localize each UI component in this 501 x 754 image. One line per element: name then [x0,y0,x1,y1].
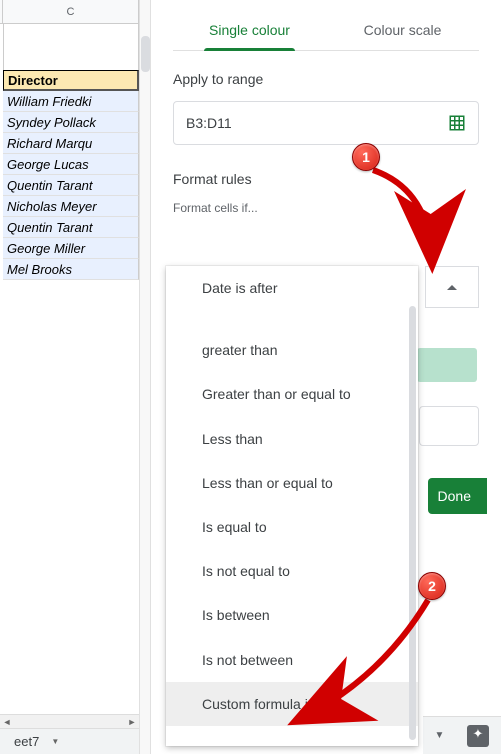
annotation-badge-1: 1 [352,143,380,171]
annotation-badge-2: 2 [418,572,446,600]
annotation-arrows [0,0,501,754]
